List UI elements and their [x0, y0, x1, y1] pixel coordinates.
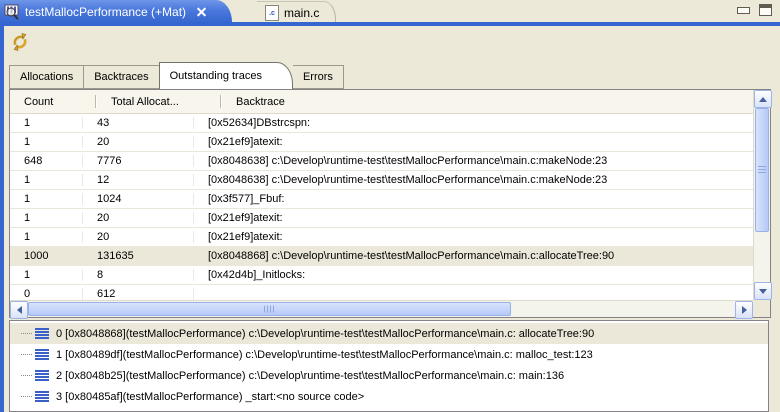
cell-total: 20	[83, 212, 194, 224]
cell-count: 1	[10, 269, 83, 281]
stack-frame-icon	[35, 349, 49, 360]
tab-accent-bar	[0, 22, 780, 26]
tab-main-c[interactable]: .c main.c	[257, 1, 336, 24]
refresh-icon[interactable]	[10, 32, 30, 52]
stack-frame-text: 1 [0x80489df](testMallocPerformance) c:\…	[56, 349, 593, 361]
cell-total: 20	[83, 231, 194, 243]
cell-backtrace: [0x52634]DBstrcspn:	[194, 117, 753, 129]
scrollbar-corner	[753, 300, 770, 317]
scroll-up-icon[interactable]	[754, 90, 772, 108]
cell-total: 43	[83, 117, 194, 129]
table-row[interactable]: 1 20 [0x21ef9]atexit:	[10, 209, 753, 228]
tab-outstanding-traces[interactable]: Outstanding traces	[159, 62, 293, 89]
cell-count: 648	[10, 155, 83, 167]
cell-count: 1	[10, 212, 83, 224]
cell-total: 612	[83, 288, 194, 300]
cell-backtrace: [0x21ef9]atexit:	[194, 212, 753, 224]
horizontal-scroll-thumb[interactable]	[28, 302, 511, 316]
cell-total: 8	[83, 269, 194, 281]
column-header-backtrace[interactable]: Backtrace	[222, 90, 753, 113]
tab-allocations[interactable]: Allocations	[9, 65, 84, 89]
cell-backtrace: [0x21ef9]atexit:	[194, 231, 753, 243]
vertical-scroll-thumb[interactable]	[755, 108, 769, 232]
cell-backtrace: [0x3f577]_Fbuf:	[194, 193, 753, 205]
view-tabs: Allocations Backtraces Outstanding trace…	[9, 61, 344, 89]
tree-connector	[21, 375, 32, 376]
c-file-icon: .c	[265, 5, 279, 21]
table-row[interactable]: 1 20 [0x21ef9]atexit:	[10, 133, 753, 152]
stack-frame-item[interactable]: 3 [0x80485af](testMallocPerformance) _st…	[10, 386, 768, 407]
table-header: Count Total Allocat... Backtrace	[10, 90, 753, 114]
table-row-selected[interactable]: 1000 131635 [0x8048868] c:\Develop\runti…	[10, 247, 753, 266]
stack-frame-item-selected[interactable]: 0 [0x8048868](testMallocPerformance) c:\…	[10, 323, 768, 344]
stack-frame-text: 0 [0x8048868](testMallocPerformance) c:\…	[56, 328, 594, 340]
table-row[interactable]: 1 43 [0x52634]DBstrcspn:	[10, 114, 753, 133]
cell-total: 1024	[83, 193, 194, 205]
column-header-total-allocated[interactable]: Total Allocat...	[97, 90, 220, 113]
maximize-icon[interactable]	[759, 4, 772, 16]
cell-count: 1	[10, 174, 83, 186]
editor-tabbar: testMallocPerformance (+Mat) .c main.c	[0, 0, 780, 23]
minimize-icon[interactable]	[737, 7, 750, 14]
stack-frame-item[interactable]: 1 [0x80489df](testMallocPerformance) c:\…	[10, 344, 768, 365]
cell-count: 1	[10, 193, 83, 205]
cell-backtrace: [0x21ef9]atexit:	[194, 136, 753, 148]
cell-count: 1	[10, 231, 83, 243]
cell-total: 12	[83, 174, 194, 186]
stack-frame-icon	[35, 370, 49, 381]
scroll-left-icon[interactable]	[10, 301, 28, 319]
cell-count: 0	[10, 288, 83, 300]
scroll-right-icon[interactable]	[735, 301, 753, 319]
tab-test-malloc-performance[interactable]: testMallocPerformance (+Mat)	[0, 0, 232, 23]
cell-backtrace: [0x42d4b]_Initlocks:	[194, 269, 753, 281]
malloc-performance-view: testMallocPerformance (+Mat) .c main.c A…	[0, 0, 780, 412]
outstanding-traces-table: Count Total Allocat... Backtrace 1 43 [0…	[9, 89, 771, 318]
tab-errors[interactable]: Errors	[293, 65, 344, 89]
cell-total: 131635	[83, 250, 194, 262]
tree-connector	[21, 354, 32, 355]
tree-connector	[21, 333, 32, 334]
tab-backtraces[interactable]: Backtraces	[84, 65, 159, 89]
cell-total: 7776	[83, 155, 194, 167]
table-row[interactable]: 1 1024 [0x3f577]_Fbuf:	[10, 190, 753, 209]
tree-connector	[21, 396, 32, 397]
table-row[interactable]: 1 8 [0x42d4b]_Initlocks:	[10, 266, 753, 285]
scroll-down-icon[interactable]	[754, 282, 772, 300]
view-window-controls	[737, 4, 772, 16]
table-row[interactable]: 0 612	[10, 285, 753, 300]
horizontal-scroll-track[interactable]	[28, 301, 735, 317]
cell-count: 1	[10, 117, 83, 129]
stack-trace-panel: 0 [0x8048868](testMallocPerformance) c:\…	[9, 320, 769, 412]
cell-backtrace: [0x8048868] c:\Develop\runtime-test\test…	[194, 250, 753, 262]
left-accent-strip	[0, 24, 4, 412]
vertical-scroll-track[interactable]	[754, 108, 770, 282]
cell-count: 1000	[10, 250, 83, 262]
close-icon[interactable]	[197, 7, 206, 16]
active-tab-title: testMallocPerformance (+Mat)	[25, 5, 186, 19]
table-body: 1 43 [0x52634]DBstrcspn: 1 20 [0x21ef9]a…	[10, 114, 753, 300]
horizontal-scrollbar[interactable]	[10, 300, 753, 317]
vertical-scrollbar[interactable]	[753, 90, 770, 300]
table-row[interactable]: 648 7776 [0x8048638] c:\Develop\runtime-…	[10, 152, 753, 171]
profiler-view-icon	[4, 4, 20, 20]
stack-frame-text: 2 [0x8048b25](testMallocPerformance) c:\…	[56, 370, 564, 382]
inactive-tab-title: main.c	[284, 6, 319, 20]
table-row[interactable]: 1 20 [0x21ef9]atexit:	[10, 228, 753, 247]
stack-frame-icon	[35, 328, 49, 339]
cell-count: 1	[10, 136, 83, 148]
stack-frame-text: 3 [0x80485af](testMallocPerformance) _st…	[56, 391, 364, 403]
cell-backtrace: [0x8048638] c:\Develop\runtime-test\test…	[194, 174, 753, 186]
column-header-count[interactable]: Count	[10, 90, 95, 113]
cell-total: 20	[83, 136, 194, 148]
stack-frame-icon	[35, 391, 49, 402]
cell-backtrace: [0x8048638] c:\Develop\runtime-test\test…	[194, 155, 753, 167]
table-row[interactable]: 1 12 [0x8048638] c:\Develop\runtime-test…	[10, 171, 753, 190]
stack-frame-item[interactable]: 2 [0x8048b25](testMallocPerformance) c:\…	[10, 365, 768, 386]
